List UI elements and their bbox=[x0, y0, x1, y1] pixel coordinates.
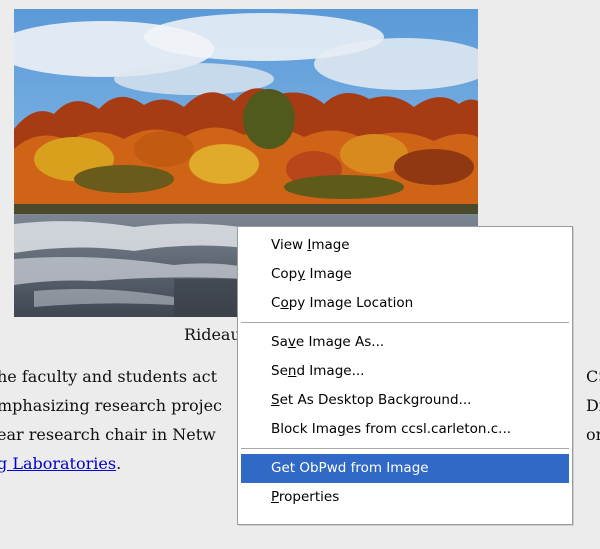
menu-item-label-post: e Image As... bbox=[295, 334, 385, 350]
body-line-1-left: he faculty and students act bbox=[0, 367, 218, 386]
menu-item-accesskey: P bbox=[271, 489, 279, 505]
body-line-1-right: CS bbox=[586, 367, 600, 386]
menu-item-send-image[interactable]: Send Image... bbox=[241, 357, 569, 386]
link-suffix: . bbox=[116, 454, 122, 473]
menu-separator bbox=[241, 322, 569, 324]
menu-item-get-obpwd[interactable]: Get ObPwd from Image bbox=[241, 454, 569, 483]
menu-item-copy-image-location[interactable]: Copy Image Location bbox=[241, 289, 569, 318]
menu-item-copy-image[interactable]: Copy Image bbox=[241, 260, 569, 289]
menu-item-accesskey: g bbox=[337, 421, 346, 437]
body-line-2-right: Dir bbox=[586, 396, 600, 415]
menu-item-label-post: py Image Location bbox=[288, 295, 414, 311]
menu-item-properties[interactable]: Properties bbox=[241, 483, 569, 512]
laboratories-link[interactable]: g Laboratories bbox=[0, 454, 116, 473]
image-context-menu: View Image Copy Image Copy Image Location S… bbox=[237, 226, 573, 525]
menu-item-label-pre: View bbox=[271, 237, 308, 253]
menu-item-label-pre: Sa bbox=[271, 334, 288, 350]
menu-item-view-image[interactable]: View Image bbox=[241, 231, 569, 260]
menu-item-label-post: et As Desktop Background... bbox=[279, 392, 472, 408]
body-line-3-left: ear research chair in Netw bbox=[0, 425, 216, 444]
menu-item-save-image-as[interactable]: Save Image As... bbox=[241, 328, 569, 357]
menu-item-label-post: Image bbox=[305, 266, 352, 282]
menu-item-set-desktop-background[interactable]: Set As Desktop Background... bbox=[241, 386, 569, 415]
body-line-2-left: mphasizing research projec bbox=[0, 396, 223, 415]
menu-item-label-post: roperties bbox=[278, 489, 340, 505]
menu-item-label-pre: Cop bbox=[271, 266, 298, 282]
menu-item-accesskey: v bbox=[287, 334, 296, 350]
menu-item-label-post: mage bbox=[311, 237, 350, 253]
menu-item-label-post: es from ccsl.carleton.c... bbox=[345, 421, 512, 437]
menu-item-block-images[interactable]: Block Images from ccsl.carleton.c... bbox=[241, 415, 569, 444]
menu-item-label-pre: Se bbox=[271, 363, 288, 379]
menu-separator bbox=[241, 448, 569, 450]
menu-item-label-post: d Image... bbox=[296, 363, 365, 379]
menu-item-accesskey: S bbox=[271, 392, 280, 408]
menu-item-label-pre: Get ObPwd from Image bbox=[271, 460, 429, 476]
menu-item-label-pre: Block Ima bbox=[271, 421, 338, 437]
menu-item-accesskey: o bbox=[280, 295, 289, 311]
body-line-3-right: orr bbox=[586, 425, 600, 444]
